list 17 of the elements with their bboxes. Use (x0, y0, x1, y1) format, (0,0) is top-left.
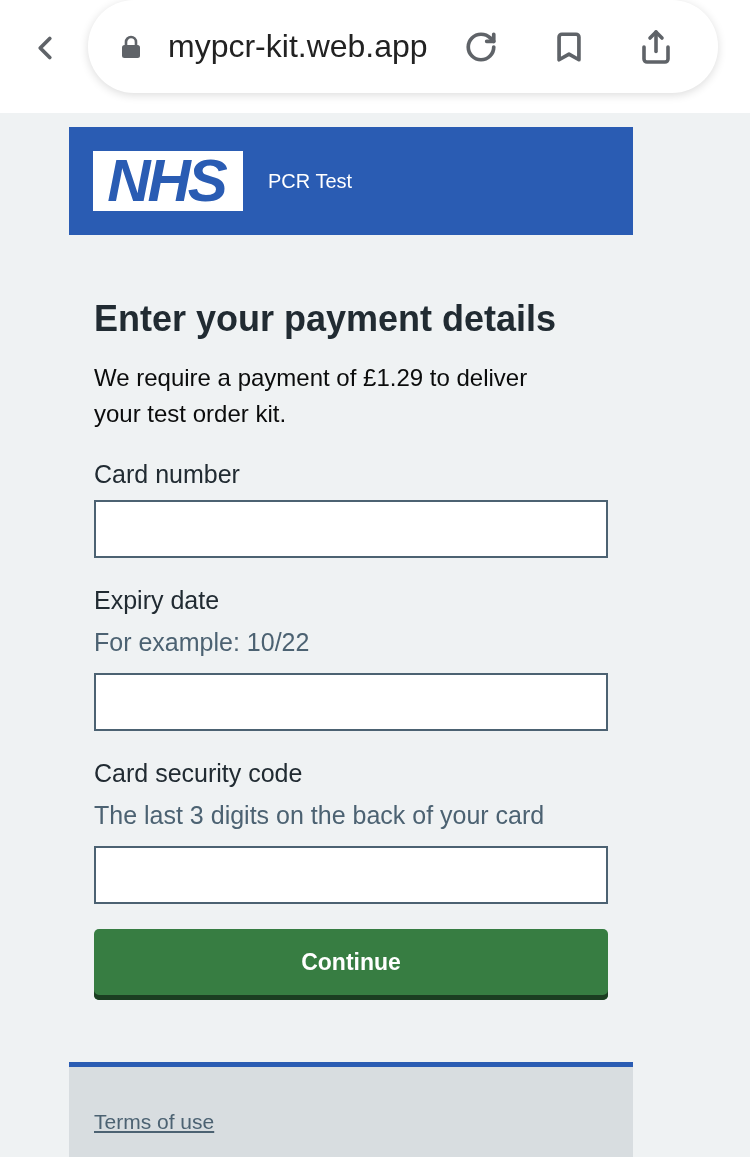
input-field[interactable] (94, 673, 608, 731)
field-label: Card number (94, 459, 241, 490)
service-name: PCR Test (268, 169, 353, 193)
field-hint: For example: 10/22 (94, 627, 311, 658)
field-label: Card security code (94, 758, 304, 789)
url-text: mypcr-kit.web.app (168, 28, 428, 65)
intro-text: We require a payment of £1.29 to deliver your test order kit. (94, 363, 529, 429)
input-field[interactable] (94, 846, 608, 904)
address-bar[interactable]: mypcr-kit.web.app (88, 0, 718, 93)
nhs-logo[interactable]: NHS (93, 151, 243, 211)
field-hint: The last 3 digits on the back of your card (94, 800, 546, 831)
reload-icon (463, 29, 498, 64)
page-heading: Enter your payment details (94, 299, 558, 339)
continue-button[interactable]: Continue (94, 929, 608, 1000)
input-field[interactable] (94, 500, 608, 558)
field-label: Expiry date (94, 585, 221, 616)
footer-link[interactable]: Terms of use (94, 1107, 215, 1137)
